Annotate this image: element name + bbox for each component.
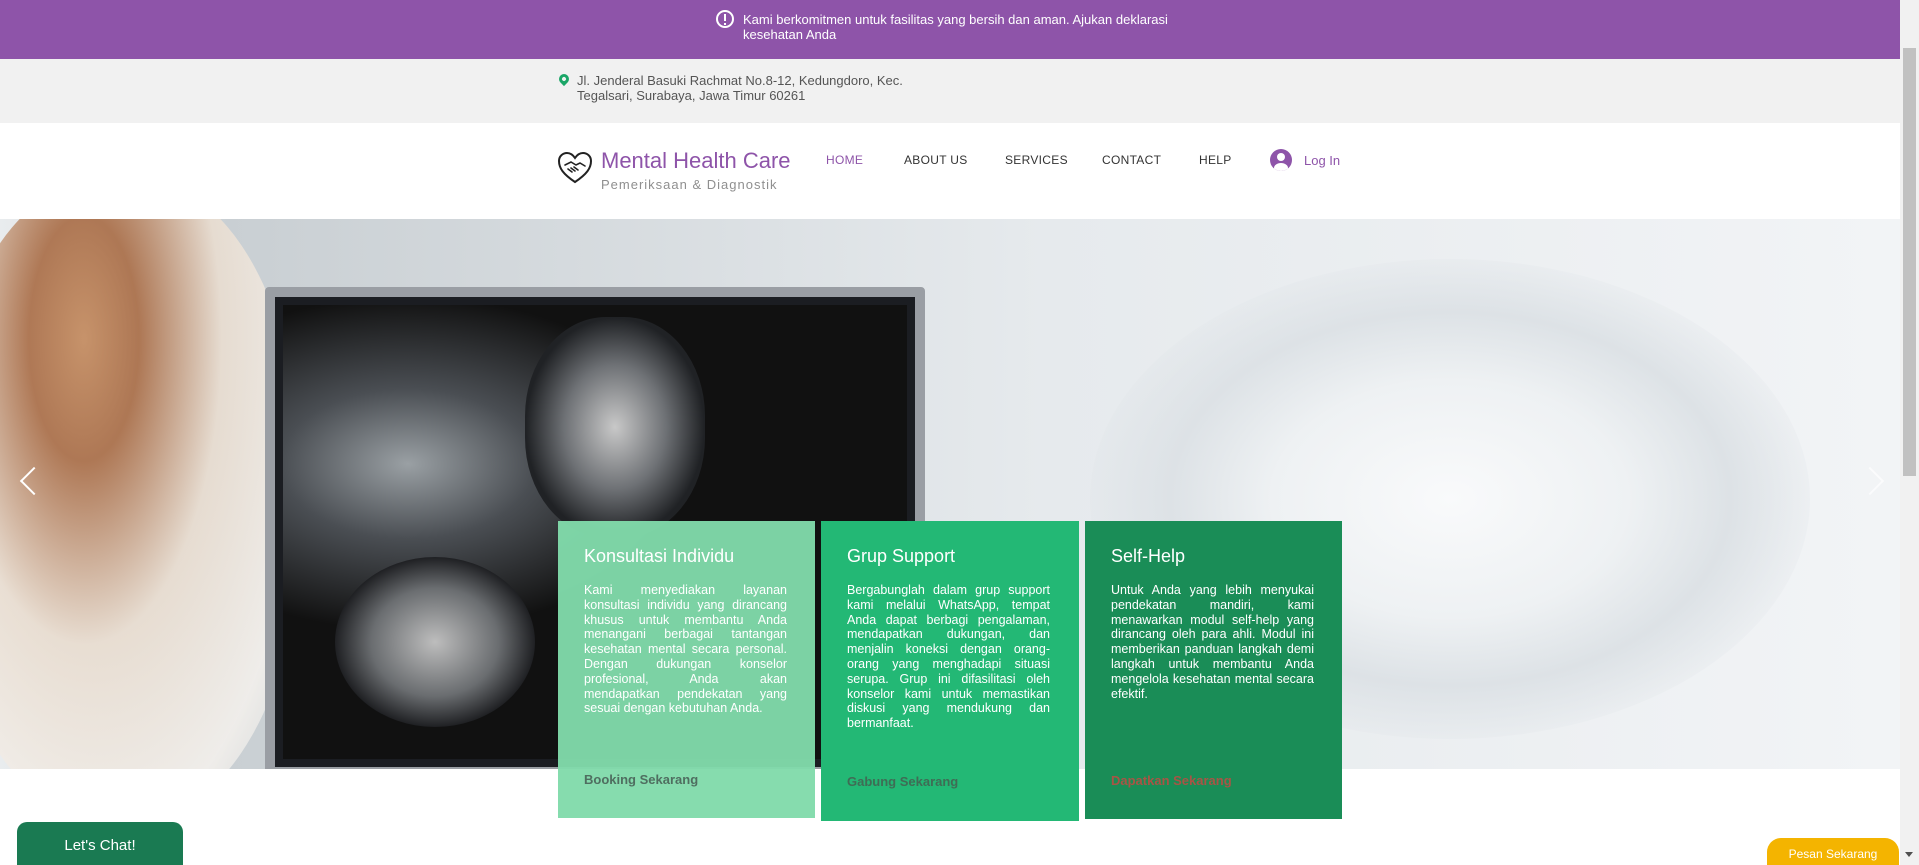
scroll-down-arrow-icon[interactable] bbox=[1905, 852, 1913, 857]
booking-button[interactable]: Booking Sekarang bbox=[584, 772, 698, 787]
join-button[interactable]: Gabung Sekarang bbox=[847, 774, 958, 789]
card-title: Grup Support bbox=[847, 546, 956, 566]
get-now-button[interactable]: Dapatkan Sekarang bbox=[1111, 773, 1232, 788]
card-body: Bergabunglah dalam grup support kami mel… bbox=[847, 583, 1050, 731]
service-card-grup-support: Grup Support Bergabunglah dalam grup sup… bbox=[821, 521, 1079, 821]
nav-services[interactable]: SERVICES bbox=[1005, 153, 1068, 167]
chat-widget-button[interactable]: Let's Chat! bbox=[17, 822, 183, 865]
card-body: Kami menyediakan layanan konsultasi indi… bbox=[584, 583, 787, 716]
user-avatar-icon bbox=[1270, 149, 1292, 171]
login-button[interactable]: Log In bbox=[1270, 149, 1340, 171]
login-label: Log In bbox=[1304, 152, 1341, 168]
card-body: Untuk Anda yang lebih menyukai pendekata… bbox=[1111, 583, 1314, 701]
info-icon bbox=[716, 10, 734, 28]
card-title: Self-Help bbox=[1111, 546, 1186, 566]
nav-about-us[interactable]: ABOUT US bbox=[904, 153, 968, 167]
nav-help[interactable]: HELP bbox=[1199, 153, 1232, 167]
page-scrollbar[interactable] bbox=[1900, 0, 1919, 865]
nav-home[interactable]: HOME bbox=[826, 153, 863, 167]
address-text: Jl. Jenderal Basuki Rachmat No.8-12, Ked… bbox=[577, 73, 903, 103]
service-card-konsultasi: Konsultasi Individu Kami menyediakan lay… bbox=[558, 521, 815, 818]
chevron-right-icon[interactable] bbox=[1855, 466, 1885, 496]
brand-tagline: Pemeriksaan & Diagnostik bbox=[601, 177, 778, 192]
announcement-text[interactable]: Kami berkomitmen untuk fasilitas yang be… bbox=[743, 12, 1183, 42]
site-header: Mental Health Care Pemeriksaan & Diagnos… bbox=[0, 123, 1900, 219]
handshake-heart-icon[interactable] bbox=[557, 150, 593, 186]
scrollbar-thumb[interactable] bbox=[1903, 48, 1916, 476]
brand-name[interactable]: Mental Health Care bbox=[601, 148, 791, 174]
nav-contact[interactable]: CONTACT bbox=[1102, 153, 1161, 167]
order-now-button[interactable]: Pesan Sekarang bbox=[1767, 838, 1899, 865]
announcement-bar: Kami berkomitmen untuk fasilitas yang be… bbox=[0, 0, 1900, 59]
service-card-self-help: Self-Help Untuk Anda yang lebih menyukai… bbox=[1085, 521, 1342, 819]
location-pin-icon bbox=[556, 71, 572, 87]
card-title: Konsultasi Individu bbox=[584, 546, 735, 566]
hero-image-doctor bbox=[0, 219, 300, 769]
address-bar: Jl. Jenderal Basuki Rachmat No.8-12, Ked… bbox=[0, 59, 1900, 123]
